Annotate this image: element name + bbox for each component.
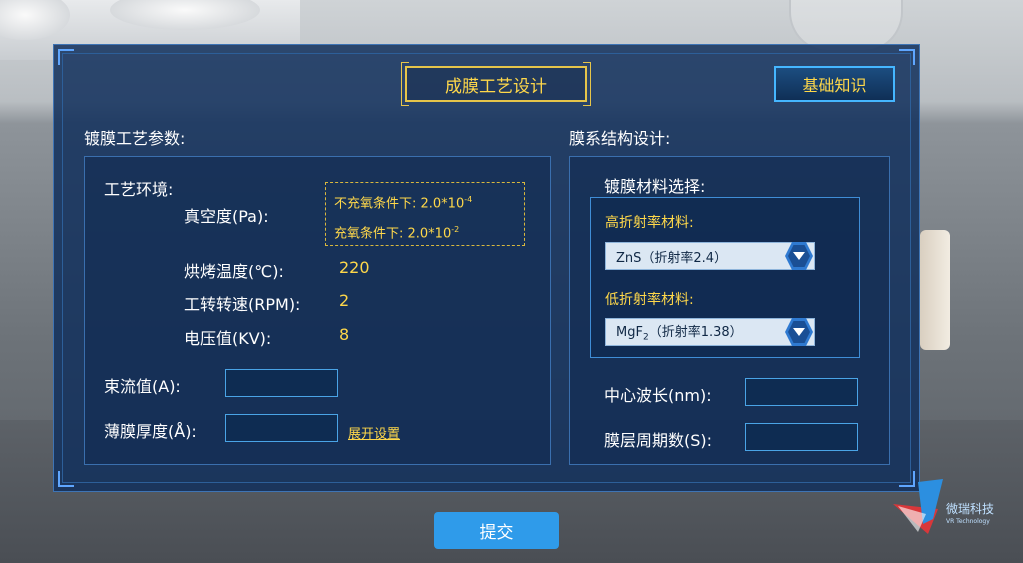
frame-corner [899, 49, 915, 65]
beam-current-input[interactable] [225, 369, 338, 397]
bake-temp-value: 220 [339, 258, 370, 277]
center-wavelength-label: 中心波长(nm): [604, 386, 712, 405]
vacuum-hint-line1: 不充氧条件下: 2.0*10 [334, 196, 465, 212]
logo-subtitle: VR Technology [946, 518, 990, 525]
high-index-label: 高折射率材料: [605, 215, 694, 231]
beam-current-label: 束流值(A): [104, 377, 181, 396]
low-index-value: MgF2（折射率1.38） [616, 325, 743, 343]
voltage-label: 电压值(KV): [184, 329, 272, 348]
frame-corner [58, 49, 74, 65]
frame-corner [58, 471, 74, 487]
film-thickness-input[interactable] [225, 414, 338, 442]
chevron-down-icon[interactable] [785, 318, 813, 346]
rotation-speed-value: 2 [339, 291, 350, 310]
vacuum-hint-exp2: -2 [451, 225, 460, 235]
layer-period-label: 膜层周期数(S): [604, 431, 713, 450]
submit-button[interactable]: 提交 [434, 512, 559, 549]
high-index-value: ZnS（折射率2.4） [616, 250, 728, 266]
voltage-value: 8 [339, 325, 350, 344]
expand-settings-link[interactable]: 展开设置 [348, 423, 400, 442]
material-select-label: 镀膜材料选择: [604, 177, 706, 196]
film-structure-header: 膜系结构设计: [569, 129, 671, 148]
coating-params-header: 镀膜工艺参数: [84, 129, 186, 148]
vacuum-hint: 不充氧条件下: 2.0*10-4 充氧条件下: 2.0*10-2 [325, 182, 525, 246]
high-index-select[interactable]: ZnS（折射率2.4） [605, 242, 815, 270]
vacuum-hint-line2: 充氧条件下: 2.0*10 [334, 226, 452, 242]
env-label: 工艺环境: [104, 180, 174, 199]
logo-name: 微瑞科技 [946, 502, 995, 516]
low-index-label: 低折射率材料: [605, 292, 694, 308]
vacuum-label: 真空度(Pa): [184, 207, 269, 226]
process-design-panel: 成膜工艺设计 基础知识 镀膜工艺参数: 工艺环境: 真空度(Pa): 不充氧条件… [53, 44, 920, 492]
center-wavelength-input[interactable] [745, 378, 858, 406]
film-thickness-label: 薄膜厚度(Å): [104, 422, 197, 441]
low-index-select[interactable]: MgF2（折射率1.38） [605, 318, 815, 346]
panel-title: 成膜工艺设计 [401, 62, 591, 106]
chevron-down-icon[interactable] [785, 242, 813, 270]
rotation-speed-label: 工转转速(RPM): [184, 295, 301, 314]
bake-temp-label: 烘烤温度(℃): [184, 262, 284, 281]
layer-period-input[interactable] [745, 423, 858, 451]
vacuum-hint-exp1: -4 [464, 195, 473, 204]
basic-knowledge-button[interactable]: 基础知识 [774, 66, 895, 102]
background-jar [920, 230, 950, 350]
